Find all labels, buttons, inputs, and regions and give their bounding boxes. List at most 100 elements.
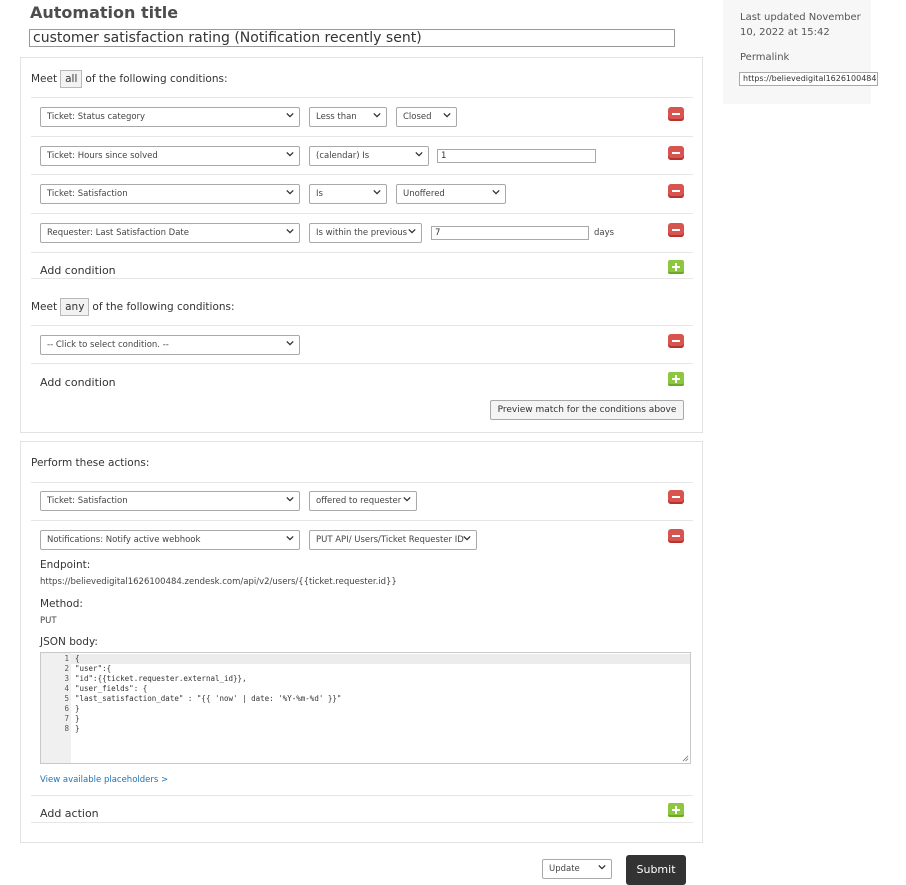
chevron-down-icon (286, 496, 294, 502)
divider (31, 325, 693, 326)
action-field-select[interactable]: Ticket: Satisfaction (40, 491, 300, 511)
divider (31, 136, 693, 137)
action-value-select[interactable]: PUT API/ Users/Ticket Requester ID (309, 530, 477, 550)
add-condition-label[interactable]: Add condition (40, 264, 116, 277)
remove-condition-button[interactable] (668, 334, 684, 348)
endpoint-label: Endpoint: (40, 559, 91, 571)
chevron-down-icon (492, 189, 500, 195)
chevron-down-icon (408, 228, 416, 234)
automation-title-input[interactable]: customer satisfaction rating (Notificati… (29, 29, 675, 47)
condition-field-select[interactable]: Ticket: Satisfaction (40, 184, 300, 204)
line-number: 2 (64, 664, 69, 673)
meet-any-prefix: Meet (31, 301, 58, 313)
meet-all-prefix: Meet (31, 73, 58, 85)
remove-condition-button[interactable] (668, 107, 684, 121)
chevron-down-icon (443, 112, 451, 118)
update-select[interactable]: Update (542, 859, 612, 879)
endpoint-value: https://believedigital1626100484.zendesk… (40, 577, 397, 587)
meet-all-line: Meet all of the following conditions: (31, 70, 228, 88)
permalink-field[interactable]: https://believedigital1626100484.zendesk… (739, 72, 878, 86)
condition-value-input[interactable]: 1 (437, 149, 596, 163)
condition-field-select[interactable]: Ticket: Status category (40, 107, 300, 127)
add-condition-button[interactable] (668, 260, 684, 274)
chevron-down-icon (415, 151, 423, 157)
remove-condition-button[interactable] (668, 223, 684, 237)
condition-operator-select[interactable]: (calendar) Is (309, 146, 429, 166)
divider (31, 278, 693, 279)
code-line: "last_satisfaction_date" : "{{ 'now' | d… (75, 694, 342, 703)
remove-action-button[interactable] (668, 529, 684, 543)
divider (31, 252, 693, 253)
code-line: } (75, 714, 80, 723)
line-number: 8 (64, 724, 69, 733)
automation-title-label: Automation title (30, 3, 179, 22)
code-line: { (75, 654, 80, 663)
divider (31, 795, 693, 796)
line-number: 1 (64, 654, 69, 663)
remove-action-button[interactable] (668, 490, 684, 504)
divider (31, 520, 693, 521)
divider (31, 97, 693, 98)
condition-field-select[interactable]: -- Click to select condition. -- (40, 335, 300, 355)
permalink-label: Permalink (740, 52, 790, 63)
divider (31, 213, 693, 214)
code-line: } (75, 724, 80, 733)
line-number: 6 (64, 704, 69, 713)
line-number: 3 (64, 674, 69, 683)
json-body-editor[interactable]: 1 2 3 4 5 6 7 8 { "user":{ "id":{{ticket… (40, 652, 691, 764)
divider (31, 174, 693, 175)
add-action-button[interactable] (668, 803, 684, 817)
line-number: 7 (64, 714, 69, 723)
chevron-down-icon (286, 189, 294, 195)
meet-all-suffix: of the following conditions: (85, 73, 228, 85)
condition-operator-select[interactable]: Less than (309, 107, 387, 127)
chevron-down-icon (286, 228, 294, 234)
meet-all-quantifier[interactable]: all (60, 70, 83, 88)
add-condition-label[interactable]: Add condition (40, 376, 116, 389)
condition-value-select[interactable]: Closed (396, 107, 457, 127)
add-condition-button[interactable] (668, 372, 684, 386)
action-field-select[interactable]: Notifications: Notify active webhook (40, 530, 300, 550)
divider (31, 363, 693, 364)
code-line: "user_fields": { (75, 684, 148, 693)
preview-match-button[interactable]: Preview match for the conditions above (490, 400, 684, 420)
meet-any-line: Meet any of the following conditions: (31, 298, 235, 316)
chevron-down-icon (286, 340, 294, 346)
line-number: 4 (64, 684, 69, 693)
chevron-down-icon (598, 864, 606, 870)
condition-value-select[interactable]: Unoffered (396, 184, 506, 204)
chevron-down-icon (463, 535, 471, 541)
code-line: "user":{ (75, 664, 112, 673)
actions-heading: Perform these actions: (31, 457, 150, 469)
method-label: Method: (40, 598, 83, 610)
remove-condition-button[interactable] (668, 146, 684, 160)
add-action-label[interactable]: Add action (40, 807, 99, 820)
last-updated: Last updated November 10, 2022 at 15:42 (740, 12, 861, 38)
chevron-down-icon (286, 112, 294, 118)
meet-any-quantifier[interactable]: any (60, 298, 90, 316)
chevron-down-icon (286, 151, 294, 157)
code-line: "id":{{ticket.requester.external_id}}, (75, 674, 247, 683)
code-line: } (75, 704, 80, 713)
chevron-down-icon (373, 189, 381, 195)
divider (31, 822, 693, 823)
resize-handle-icon[interactable] (682, 755, 689, 762)
view-placeholders-link[interactable]: View available placeholders > (40, 775, 168, 785)
chevron-down-icon (403, 496, 411, 502)
condition-field-select[interactable]: Requester: Last Satisfaction Date (40, 223, 300, 243)
condition-field-select[interactable]: Ticket: Hours since solved (40, 146, 300, 166)
chevron-down-icon (373, 112, 381, 118)
condition-operator-select[interactable]: Is (309, 184, 387, 204)
condition-unit-label: days (594, 228, 615, 238)
action-value-select[interactable]: offered to requester (309, 491, 417, 511)
editor-code: { "user":{ "id":{{ticket.requester.exter… (75, 654, 685, 734)
condition-value-input[interactable]: 7 (431, 226, 589, 240)
meet-any-suffix: of the following conditions: (92, 301, 235, 313)
method-value: PUT (40, 616, 57, 626)
chevron-down-icon (286, 535, 294, 541)
line-number: 5 (64, 694, 69, 703)
editor-line-numbers: 1 2 3 4 5 6 7 8 (43, 654, 69, 734)
remove-condition-button[interactable] (668, 184, 684, 198)
condition-operator-select[interactable]: Is within the previous (309, 223, 422, 243)
divider (31, 482, 693, 483)
